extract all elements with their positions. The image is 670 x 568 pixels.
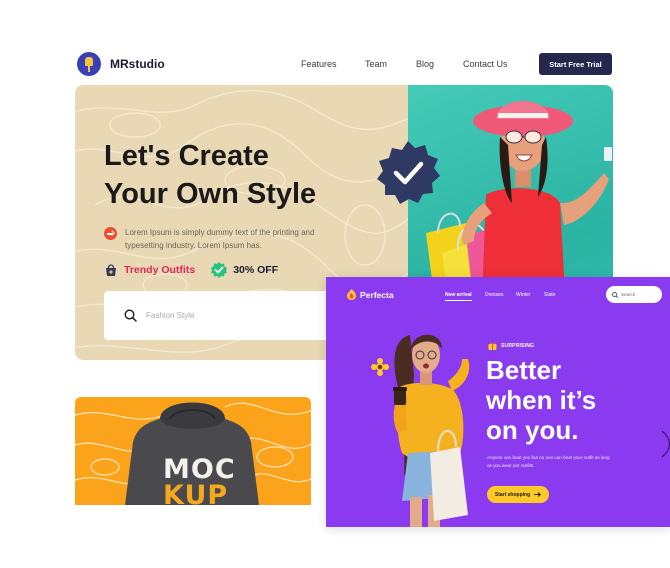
perfecta-nav-dresses[interactable]: Dresses — [485, 292, 503, 298]
trendy-outfits-label: Trendy Outfits — [124, 264, 196, 276]
perfecta-headline-line-1: Better — [486, 355, 562, 385]
carousel-next-arrow-icon[interactable] — [660, 429, 670, 459]
arrow-right-icon — [104, 227, 117, 240]
brand-logo[interactable]: MRstudio — [77, 52, 165, 76]
perfecta-nav-slate[interactable]: Slate — [544, 292, 555, 298]
brand-name: MRstudio — [110, 57, 165, 71]
hero-tags: Trendy Outfits 30% OFF — [104, 262, 278, 278]
start-free-trial-button[interactable]: Start Free Trial — [539, 53, 612, 75]
flower-icon — [371, 358, 389, 376]
discount-check-icon — [211, 262, 228, 278]
start-shopping-label: Start shopping — [494, 491, 531, 498]
perfecta-description: Anyone can beat you but no one can beat … — [487, 455, 610, 468]
discount-label: 30% OFF — [233, 264, 279, 276]
perfecta-search-placeholder: Search — [621, 292, 636, 297]
arrow-right-icon — [534, 492, 542, 497]
perfecta-headline-line-2: when it’s — [486, 385, 597, 415]
perfecta-headline: Better when it’s on you. — [486, 355, 666, 445]
perfecta-kicker-text: SURPRISING — [501, 342, 535, 349]
search-icon — [612, 291, 618, 298]
hero-description: Lorem Ipsum is simply dummy text of the … — [104, 226, 335, 252]
hero-title: Let's Create Your Own Style — [104, 137, 394, 213]
nav-team[interactable]: Team — [365, 59, 387, 69]
shopping-bag-icon — [106, 264, 116, 276]
woman-tote-photo — [371, 334, 470, 527]
hero-title-line-2: Your Own Style — [104, 178, 317, 210]
start-shopping-button[interactable]: Start shopping — [487, 486, 549, 503]
fashion-search-input[interactable]: Fashion Style — [104, 291, 357, 340]
nav-features[interactable]: Features — [301, 59, 337, 69]
perfecta-nav-new-arrival[interactable]: New arrival — [445, 292, 472, 301]
perfecta-headline-line-3: on you. — [486, 415, 579, 445]
gift-icon — [488, 342, 497, 350]
perfecta-search-input[interactable]: Search — [606, 286, 662, 303]
perfecta-brand: Perfecta — [360, 289, 394, 300]
mockup-text: MOC KUP — [163, 456, 236, 505]
nav-blog[interactable]: Blog — [416, 59, 434, 69]
perfecta-logo[interactable]: Perfecta — [347, 289, 394, 300]
hoodie-mockup-card: MOC KUP — [75, 397, 311, 505]
perfecta-nav-winter[interactable]: Winter — [516, 292, 530, 298]
mockup-line-2: KUP — [163, 480, 229, 505]
flame-logo-icon — [347, 289, 356, 300]
nav-contact[interactable]: Contact Us — [463, 59, 508, 69]
perfecta-card: Perfecta New arrival Dresses Winter Slat… — [326, 277, 670, 527]
hero-description-text: Lorem Ipsum is simply dummy text of the … — [125, 228, 315, 250]
search-icon — [124, 309, 137, 322]
perfecta-kicker: SURPRISING — [488, 341, 534, 350]
microphone-icon — [77, 52, 101, 76]
hero-title-line-1: Let's Create — [104, 140, 269, 172]
search-placeholder: Fashion Style — [146, 311, 195, 320]
